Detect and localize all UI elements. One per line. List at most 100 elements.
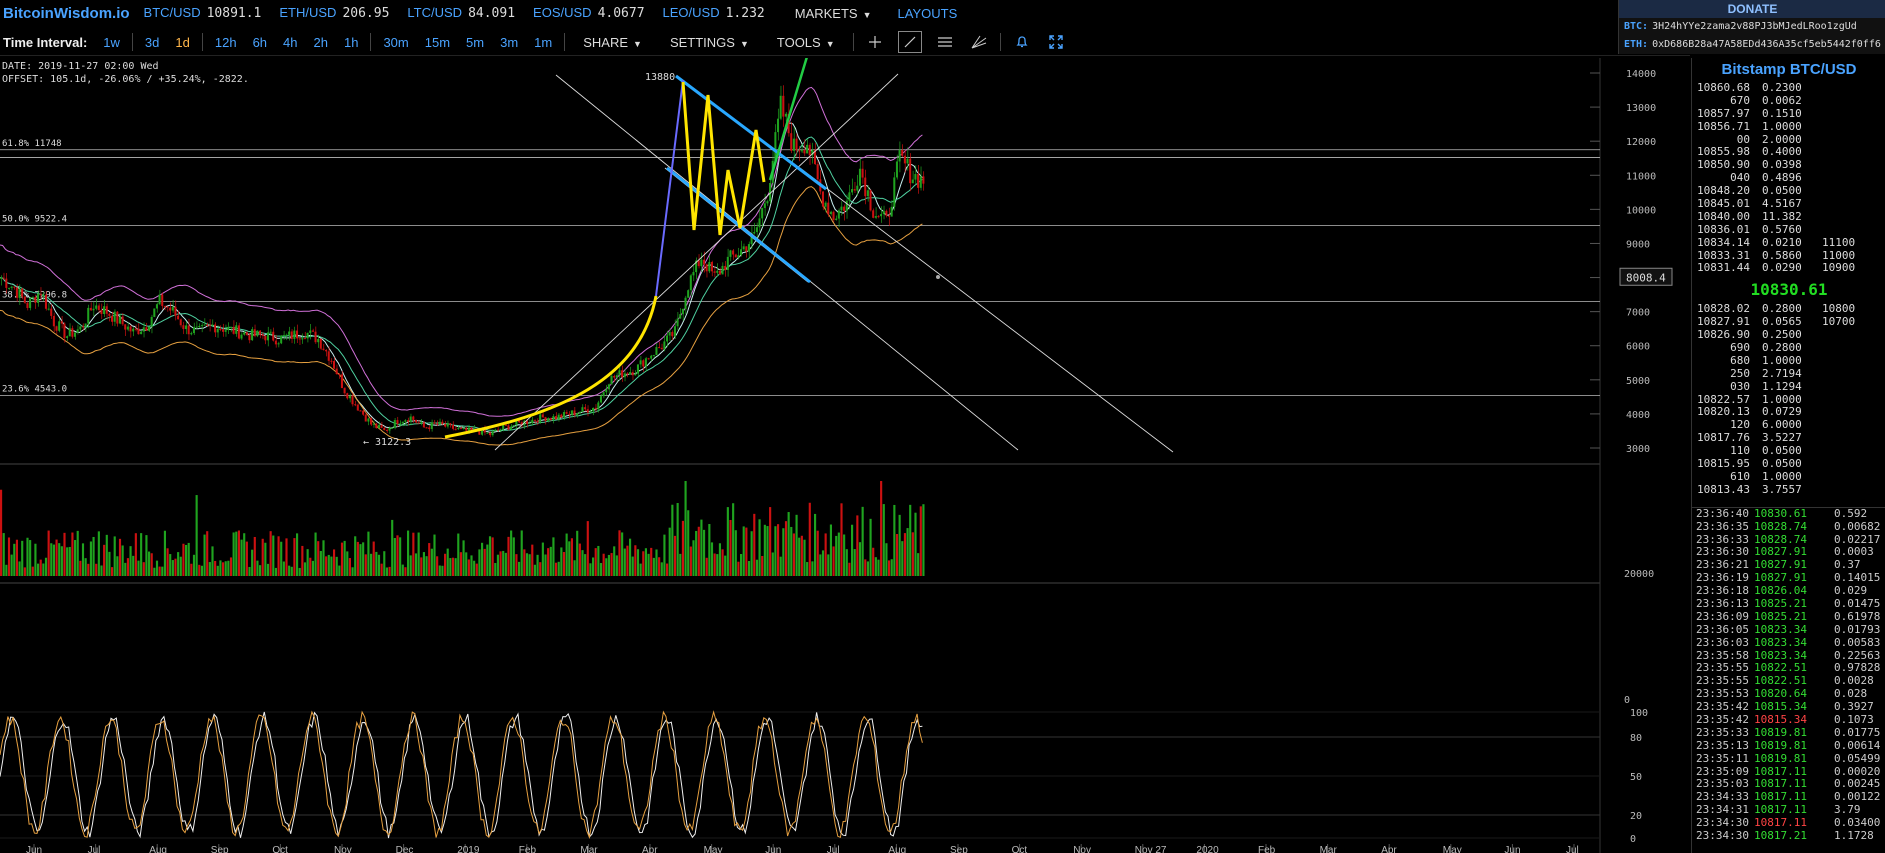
ticker-eos[interactable]: EOS/USD 4.0677 [533,5,644,21]
markets-menu[interactable]: MARKETS ▼ [795,6,872,21]
volume-bar [322,540,325,576]
orderbook-row[interactable]: 680 1.0000 [1692,354,1885,368]
volume-bar [494,562,497,576]
volume-bar [827,554,830,576]
orderbook-row[interactable]: 250 2.7194 [1692,367,1885,381]
candle-body [277,343,280,345]
site-logo[interactable]: BitcoinWisdom.io [3,5,130,22]
donate-title[interactable]: DONATE [1619,0,1885,18]
trade-time: 23:36:09 [1696,609,1749,623]
orderbook-row[interactable]: 10834.14 0.0210 11100 [1692,236,1885,250]
settings-menu[interactable]: SETTINGS ▼ [656,35,763,50]
orderbook-row[interactable]: 10857.97 0.1510 [1692,107,1885,121]
candle-body [256,330,259,337]
candle-body [547,418,550,422]
fan-lines-icon[interactable] [968,32,990,52]
orderbook-row[interactable]: 030 1.1294 [1692,380,1885,394]
interval-3d[interactable]: 3d [137,35,167,50]
caret-down-icon: ▼ [862,9,872,20]
volume-bar [351,567,354,576]
interval-2h[interactable]: 2h [306,35,336,50]
interval-30m[interactable]: 30m [375,35,416,50]
fullscreen-icon[interactable] [1045,32,1067,52]
share-menu[interactable]: SHARE ▼ [569,35,656,50]
ticker-leo[interactable]: LEO/USD 1.232 [663,5,765,21]
candle-body [34,297,37,303]
candle-body [499,429,502,431]
candle-body [885,210,888,216]
interval-4h[interactable]: 4h [275,35,305,50]
divider [852,33,854,51]
volume-bar [277,536,280,576]
volume-bar [592,557,595,576]
candle-body [50,308,53,316]
volume-bar [861,506,864,576]
volume-bar [84,558,87,576]
interval-5m[interactable]: 5m [458,35,492,50]
candle-body [21,288,24,297]
interval-1d[interactable]: 1d [167,35,197,50]
fib-label: 61.8% 11748 [2,139,62,149]
x-tick-label: Nov [334,845,352,853]
volume-bar [710,542,714,576]
candle-body [671,332,674,337]
layouts-link[interactable]: LAYOUTS [898,6,958,21]
crosshair-icon[interactable] [864,32,886,52]
volume-bar [491,537,494,576]
orderbook-row[interactable]: 10836.01 0.5760 [1692,223,1885,237]
orderbook-row[interactable]: 10840.00 11.382 [1692,210,1885,224]
orderbook-row[interactable]: 10845.01 4.5167 [1692,197,1885,211]
fib-lines-icon[interactable] [934,32,956,52]
volume-bar [650,547,653,576]
candle-body [97,305,100,311]
candle-body [644,358,647,367]
candle-body [13,286,16,288]
orderbook-row[interactable]: 10856.71 1.0000 [1692,120,1885,134]
interval-12h[interactable]: 12h [207,35,245,50]
trade-time: 23:35:11 [1696,751,1749,765]
volume-bar [681,520,684,576]
trade-row: 23:36:05 10823.34 0.01793 [1692,623,1885,637]
interval-1w[interactable]: 1w [95,35,128,50]
orderbook-level [1822,355,1882,368]
orderbook-row[interactable]: 670 0.0062 [1692,94,1885,108]
orderbook-row[interactable]: 10815.95 0.0500 [1692,457,1885,471]
interval-1h[interactable]: 1h [336,35,366,50]
candle-body [206,324,209,326]
interval-1m[interactable]: 1m [526,35,560,50]
ticker-ltc[interactable]: LTC/USD 84.091 [407,5,515,21]
volume-bar [520,530,523,576]
volume-bar [248,566,251,576]
volume-bar [570,538,573,576]
tools-menu[interactable]: TOOLS ▼ [763,35,849,50]
trade-amount: 0.592 [1834,507,1868,520]
volume-bar [26,537,29,576]
bell-icon[interactable] [1011,32,1033,52]
volume-bar [777,524,780,576]
volume-bar [835,535,838,576]
trendline-icon[interactable] [897,31,922,53]
candle-body [843,206,846,211]
ticker-eth[interactable]: ETH/USD 206.95 [279,5,389,21]
interval-6h[interactable]: 6h [245,35,275,50]
candle-body [285,334,288,336]
price-chart[interactable]: 61.8% 1174850.0% 9522.438.2% 7296.823.6%… [0,58,1690,853]
volume-bar [557,561,560,576]
candle-body [2,277,5,279]
orderbook-row[interactable]: 10831.44 0.0290 10900 [1692,262,1885,275]
candle-body [869,190,872,211]
candle-body [385,429,388,431]
orderbook-row[interactable]: 10813.43 3.7557 [1692,483,1885,497]
interval-15m[interactable]: 15m [417,35,458,50]
volume-bar [192,554,196,576]
volume-bar [594,548,597,576]
orderbook-level [1822,406,1882,419]
orderbook-row[interactable]: 10860.68 0.2300 [1692,81,1885,95]
orderbook-row[interactable]: 610 1.0000 [1692,470,1885,484]
ticker-btc[interactable]: BTC/USD 10891.1 [144,5,262,21]
interval-3m[interactable]: 3m [492,35,526,50]
candle-body [433,422,436,424]
candle-body [161,294,164,307]
orderbook-row[interactable]: 690 0.2800 [1692,341,1885,355]
trend-line-purple [655,79,684,297]
